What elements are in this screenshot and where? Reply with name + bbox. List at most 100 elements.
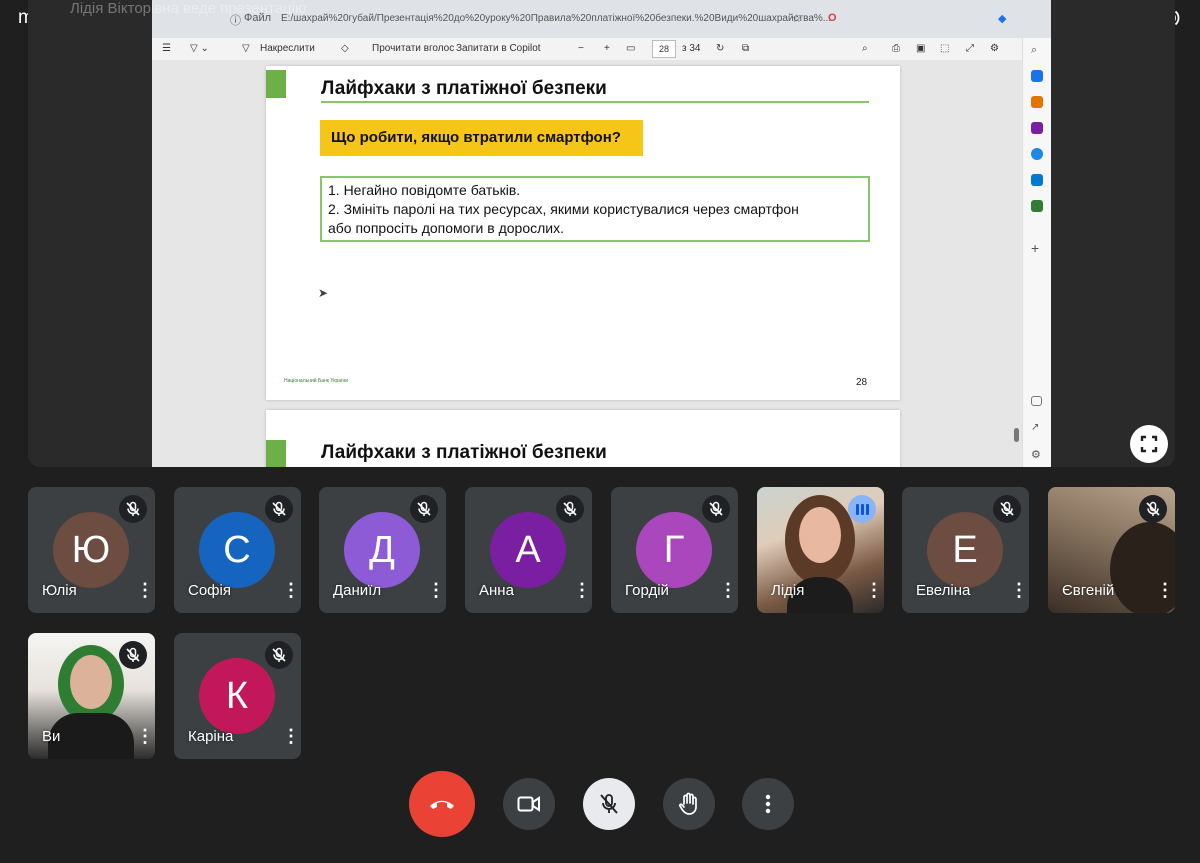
more-vertical-icon[interactable]: ⋮ xyxy=(136,579,154,601)
avatar: Д xyxy=(344,512,420,588)
more-vertical-icon[interactable]: ⋮ xyxy=(719,579,737,601)
participant-name: Софія xyxy=(188,582,231,599)
title-underline xyxy=(321,101,869,103)
end-call-button[interactable] xyxy=(409,771,475,837)
phone-hangup-icon xyxy=(430,800,454,809)
search-icon[interactable]: ⌕ xyxy=(862,43,868,54)
tag-icon[interactable] xyxy=(1031,70,1043,82)
star-icon[interactable]: ☆ xyxy=(792,12,802,25)
contents-icon[interactable]: ☰ xyxy=(162,43,171,54)
participant-tile[interactable]: Д Даниїл ⋮ xyxy=(319,487,446,613)
copilot-icon[interactable]: ◆ xyxy=(998,12,1006,25)
eraser-icon[interactable]: ◇ xyxy=(341,43,349,54)
save-as-icon[interactable]: ⬚ xyxy=(940,43,949,54)
scrollbar-thumb[interactable] xyxy=(1014,428,1019,442)
outlook-icon[interactable] xyxy=(1031,174,1043,186)
more-vertical-icon xyxy=(765,794,771,814)
page-number-input[interactable]: 28 xyxy=(652,40,676,58)
zoom-out-button[interactable]: − xyxy=(578,43,584,54)
more-vertical-icon[interactable]: ⋮ xyxy=(573,579,591,601)
mic-off-icon xyxy=(265,641,293,669)
participant-tile[interactable]: А Анна ⋮ xyxy=(465,487,592,613)
avatar: С xyxy=(199,512,275,588)
participant-name: Ви xyxy=(42,728,61,745)
shopping-icon[interactable] xyxy=(1031,200,1043,212)
more-options-button[interactable] xyxy=(742,778,794,830)
draw-label[interactable]: Накреслити xyxy=(260,43,315,54)
raise-hand-button[interactable] xyxy=(663,778,715,830)
search-icon[interactable]: ⌕ xyxy=(1031,44,1043,56)
participant-tile[interactable]: Євгеній ⋮ xyxy=(1048,487,1175,613)
gear-icon[interactable]: ⚙ xyxy=(1031,448,1043,461)
highlight-icon[interactable]: ▽ ⌄ xyxy=(190,43,209,54)
address-bar[interactable]: E:/шахрай%20губай/Презентація%20до%20уро… xyxy=(281,13,831,24)
mic-off-icon xyxy=(993,495,1021,523)
next-slide-title: Лайфхаки з платіжної безпеки xyxy=(321,442,607,463)
avatar: Г xyxy=(636,512,712,588)
browser-sidebar: ⌕ + ↗ ⚙ xyxy=(1022,38,1051,467)
more-vertical-icon[interactable]: ⋮ xyxy=(136,725,154,747)
raise-hand-icon xyxy=(678,792,697,815)
add-icon[interactable]: + xyxy=(1031,241,1043,255)
slide-page-number: 28 xyxy=(856,377,868,388)
participant-tile[interactable]: Ю Юлія ⋮ xyxy=(28,487,155,613)
more-vertical-icon[interactable]: ⋮ xyxy=(282,579,300,601)
shared-screen: ⓘ Файл E:/шахрай%20губай/Презентація%20д… xyxy=(152,0,1051,467)
page-view-icon[interactable]: ⧉ xyxy=(742,43,749,54)
slide-accent xyxy=(266,70,286,98)
question-box: Що робити, якщо втратили смартфон? xyxy=(320,120,643,156)
participant-name: Лідія xyxy=(771,582,805,599)
participant-name: Каріна xyxy=(188,728,234,745)
next-slide: Лайфхаки з платіжної безпеки xyxy=(266,410,900,467)
more-vertical-icon[interactable]: ⋮ xyxy=(427,579,445,601)
mic-off-icon xyxy=(265,495,293,523)
presenter-banner: Лідія Вікторівна веде презентацію xyxy=(70,0,307,17)
participant-tile[interactable]: Лідія ⋮ xyxy=(757,487,884,613)
more-vertical-icon[interactable]: ⋮ xyxy=(865,579,883,601)
mic-off-icon xyxy=(1139,495,1167,523)
zoom-in-button[interactable]: + xyxy=(604,43,610,54)
fullscreen-button[interactable] xyxy=(1130,425,1168,463)
slide: Лайфхаки з платіжної безпеки Що робити, … xyxy=(266,66,900,400)
answer-box: 1. Негайно повідомте батьків. 2. Змініть… xyxy=(320,176,870,242)
avatar: К xyxy=(199,658,275,734)
external-link-icon[interactable]: ↗ xyxy=(1031,422,1043,434)
more-vertical-icon[interactable]: ⋮ xyxy=(282,725,300,747)
print-icon[interactable]: ⎙ xyxy=(892,43,900,54)
briefcase-icon[interactable] xyxy=(1031,96,1043,108)
copilot-icon[interactable] xyxy=(1031,148,1043,160)
save-icon[interactable]: ▣ xyxy=(916,43,925,54)
opera-icon[interactable]: O xyxy=(828,12,837,24)
presentation-area: ⓘ Файл E:/шахрай%20губай/Презентація%20д… xyxy=(28,0,1175,467)
fullscreen-icon xyxy=(1140,435,1158,453)
read-aloud-button[interactable]: Прочитати вголос xyxy=(372,43,454,54)
mic-off-icon xyxy=(119,495,147,523)
participant-tile[interactable]: К Каріна ⋮ xyxy=(174,633,301,759)
participant-name: Юлія xyxy=(42,582,77,599)
participant-tile[interactable]: Г Гордій ⋮ xyxy=(611,487,738,613)
page-total: з 34 xyxy=(682,43,701,54)
gear-icon[interactable]: ⚙ xyxy=(990,43,999,54)
rotate-icon[interactable]: ↻ xyxy=(716,43,724,54)
participant-tile[interactable]: Ви ⋮ xyxy=(28,633,155,759)
mic-button[interactable] xyxy=(583,778,635,830)
fit-page-icon[interactable]: ▭ xyxy=(626,43,635,54)
answer-line: або попросіть допомоги в дорослих. xyxy=(328,220,564,236)
more-vertical-icon[interactable]: ⋮ xyxy=(1156,579,1174,601)
participant-tile[interactable]: Е Евеліна ⋮ xyxy=(902,487,1029,613)
people-icon[interactable] xyxy=(1031,122,1043,134)
slide-title: Лайфхаки з платіжної безпеки xyxy=(321,78,607,99)
pdf-canvas: Лайфхаки з платіжної безпеки Що робити, … xyxy=(152,60,1022,467)
avatar: Ю xyxy=(53,512,129,588)
mic-off-icon xyxy=(119,641,147,669)
more-vertical-icon[interactable]: ⋮ xyxy=(1010,579,1028,601)
camera-button[interactable] xyxy=(503,778,555,830)
avatar: Е xyxy=(927,512,1003,588)
copilot-button[interactable]: Запитати в Copilot xyxy=(456,43,541,54)
expand-icon[interactable]: ⤢ xyxy=(966,43,974,54)
sidebar-toggle-icon[interactable] xyxy=(1031,396,1042,406)
nbu-logo: Національний Банк України xyxy=(284,378,348,384)
draw-icon[interactable]: ▽ xyxy=(242,43,250,54)
participant-tile[interactable]: С Софія ⋮ xyxy=(174,487,301,613)
participant-name: Даниїл xyxy=(333,582,382,599)
